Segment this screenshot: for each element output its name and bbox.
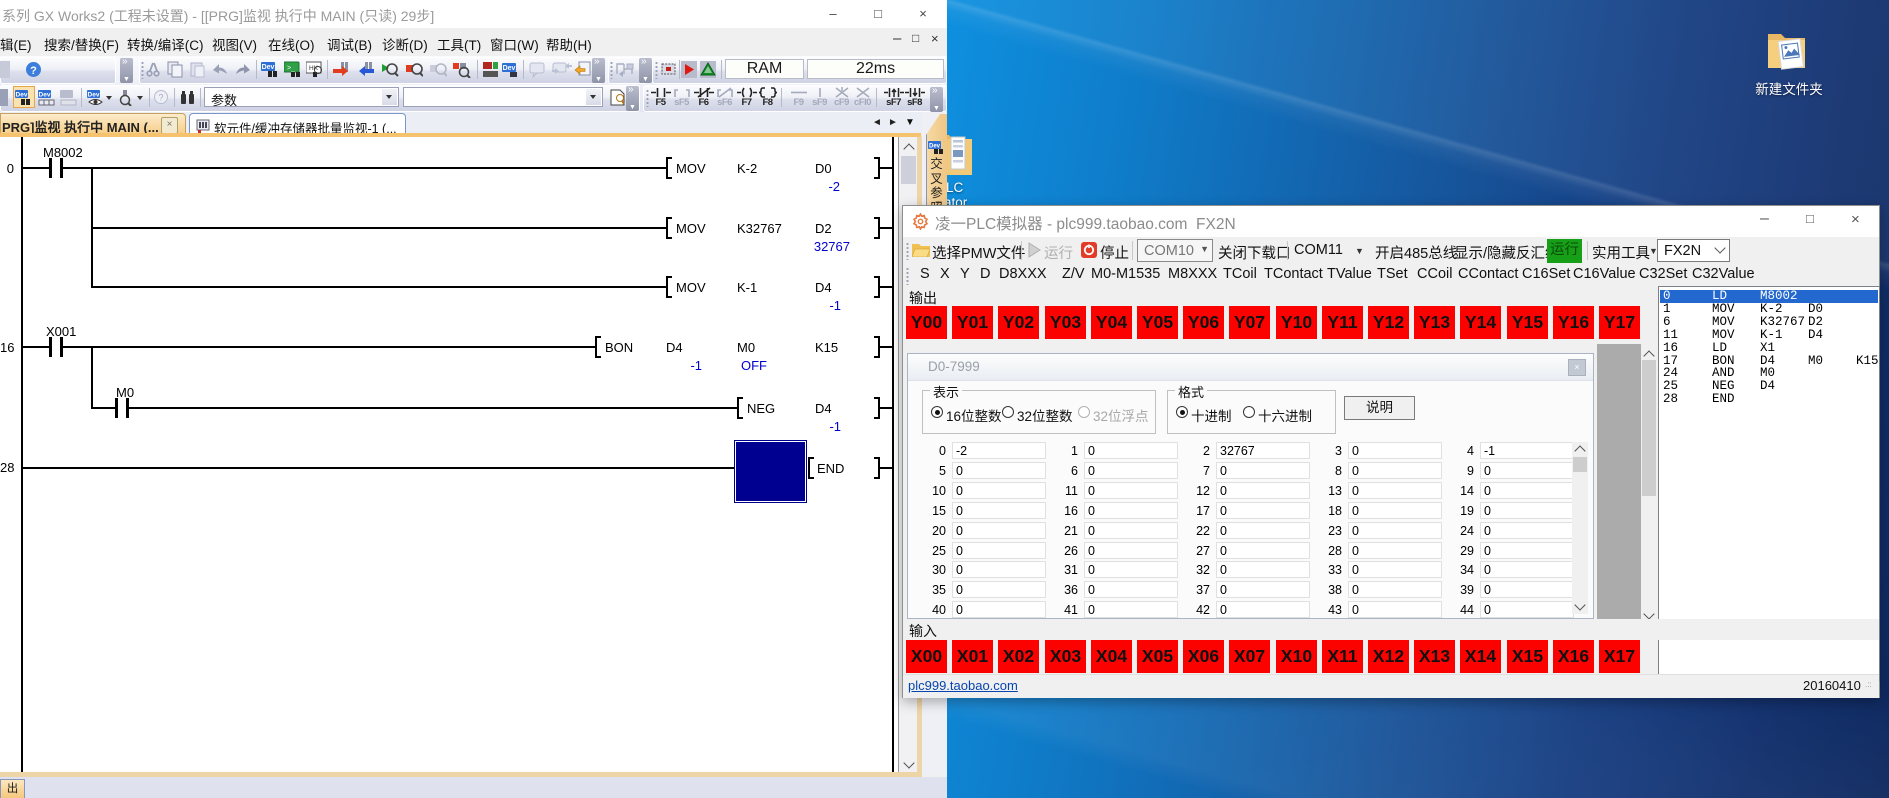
svg-text:HK: HK: [309, 65, 319, 72]
svg-text:Dev: Dev: [262, 64, 275, 71]
svg-text:?: ?: [30, 65, 37, 77]
svg-text:Dev: Dev: [503, 65, 516, 72]
svg-text:?: ?: [158, 93, 163, 103]
svg-text:>_: >_: [287, 65, 295, 72]
svg-text:Dev: Dev: [16, 92, 28, 99]
svg-text:Dev: Dev: [39, 92, 51, 99]
svg-text:Dev: Dev: [929, 144, 941, 150]
svg-text:Dev: Dev: [88, 92, 100, 99]
